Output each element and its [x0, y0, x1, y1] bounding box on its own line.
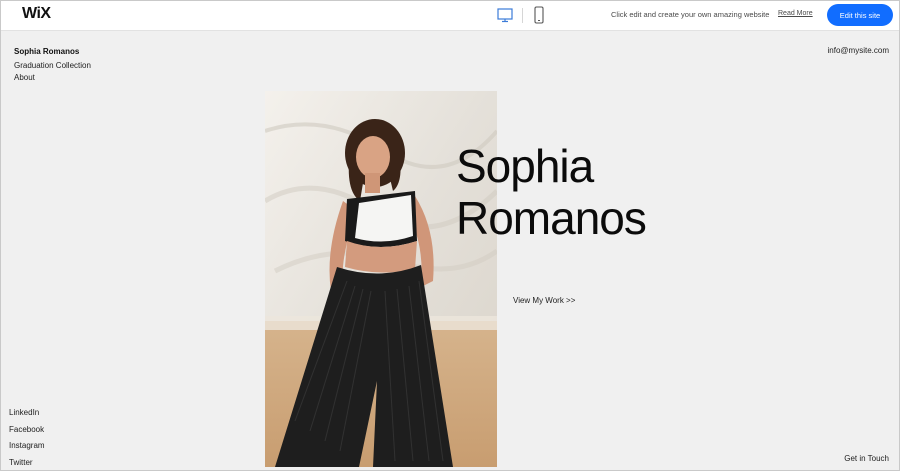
social-link-twitter[interactable]: Twitter — [9, 458, 33, 467]
wix-logo[interactable]: WiX — [22, 5, 51, 23]
email-link[interactable]: info@mysite.com — [828, 46, 889, 55]
promo-text: Click edit and create your own amazing w… — [611, 10, 770, 19]
wix-top-bar: WiX Click edit and create your own amazi… — [1, 1, 899, 31]
mobile-icon[interactable] — [533, 6, 545, 24]
nav-item-graduation-collection[interactable]: Graduation Collection — [14, 61, 91, 70]
hero-title: Sophia Romanos — [456, 140, 647, 244]
device-divider — [522, 8, 523, 23]
view-my-work-link[interactable]: View My Work >> — [513, 296, 575, 305]
social-link-instagram[interactable]: Instagram — [9, 441, 45, 450]
site-name[interactable]: Sophia Romanos — [14, 47, 79, 56]
social-link-facebook[interactable]: Facebook — [9, 425, 44, 434]
read-more-link[interactable]: Read More — [778, 10, 813, 17]
social-link-linkedin[interactable]: LinkedIn — [9, 408, 39, 417]
desktop-icon[interactable] — [497, 7, 513, 23]
get-in-touch-link[interactable]: Get in Touch — [844, 454, 889, 463]
edit-site-button[interactable]: Edit this site — [827, 4, 893, 26]
nav-item-about[interactable]: About — [14, 73, 35, 82]
